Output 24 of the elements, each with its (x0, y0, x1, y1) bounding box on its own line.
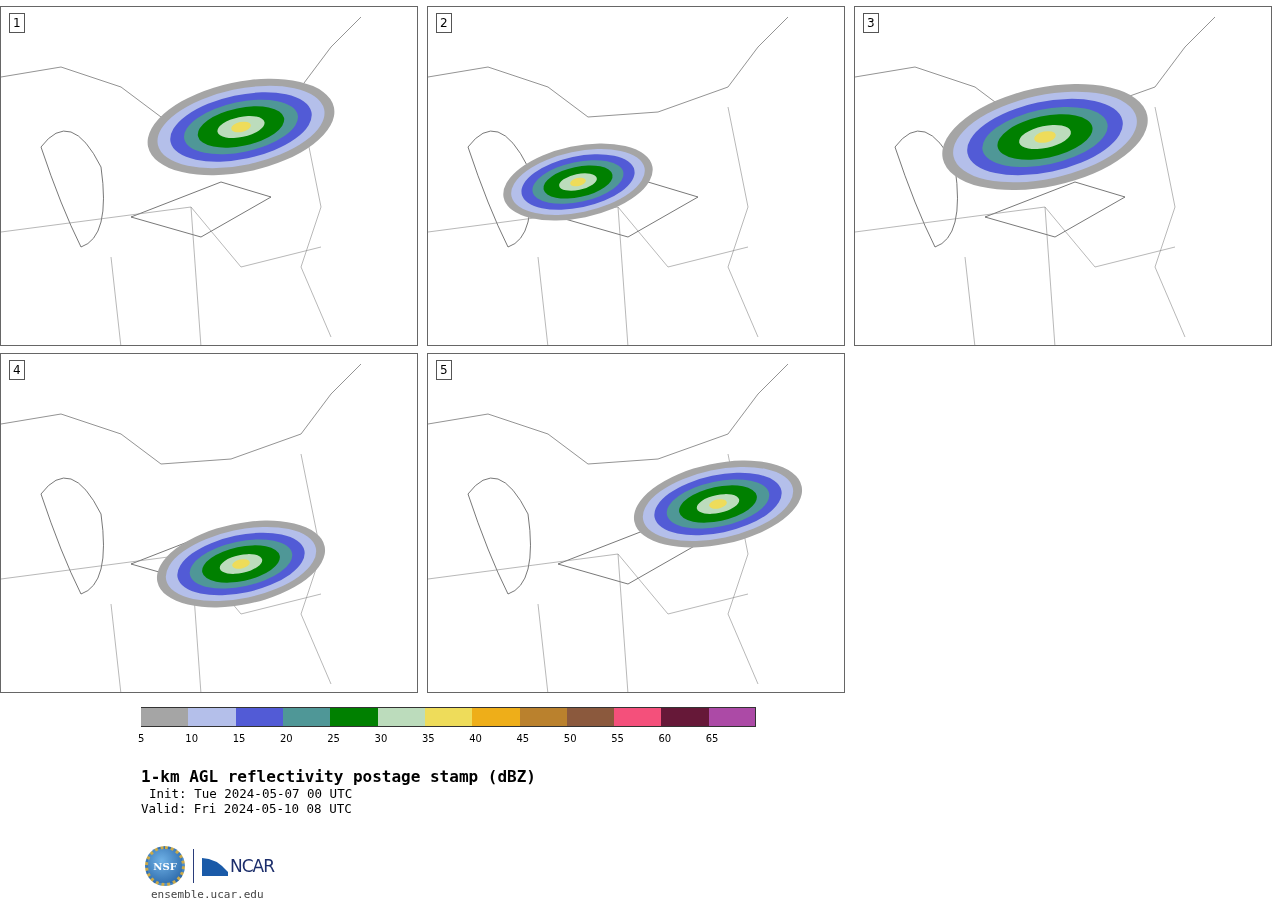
ncar-logo: NCAR (202, 856, 275, 876)
init-time: Init: Tue 2024-05-07 00 UTC (148, 786, 353, 801)
panel-number: 2 (436, 13, 452, 33)
panel-number: 1 (9, 13, 25, 33)
panel-number: 4 (9, 360, 25, 380)
colorbar-tick-label: 30 (374, 733, 388, 744)
colorbar-tick-label: 50 (563, 733, 577, 744)
panel-number: 5 (436, 360, 452, 380)
colorbar-tick-label: 15 (232, 733, 246, 744)
colorbar-tick-label: 65 (705, 733, 719, 744)
colorbar-tick-label: 55 (611, 733, 624, 744)
nsf-logo: NSF (145, 846, 185, 886)
colorbar-tick-label: 20 (279, 733, 293, 744)
chart-title: 1-km AGL reflectivity postage stamp (dBZ) (141, 768, 536, 786)
colorbar-tick-label: 25 (327, 733, 340, 744)
colorbar-tick-label: 35 (421, 733, 435, 744)
colorbar-tick-label: 45 (516, 733, 530, 744)
website-url: ensemble.ucar.edu (151, 888, 264, 901)
colorbar-tick-label: 10 (185, 733, 199, 744)
colorbar-tick-label: 40 (469, 733, 482, 744)
colorbar-tick-label: 5 (138, 733, 145, 744)
colorbar-tick-label: 60 (658, 733, 672, 744)
valid-time: Valid: Fri 2024-05-10 08 UTC (141, 801, 352, 816)
panel-number: 3 (863, 13, 879, 33)
